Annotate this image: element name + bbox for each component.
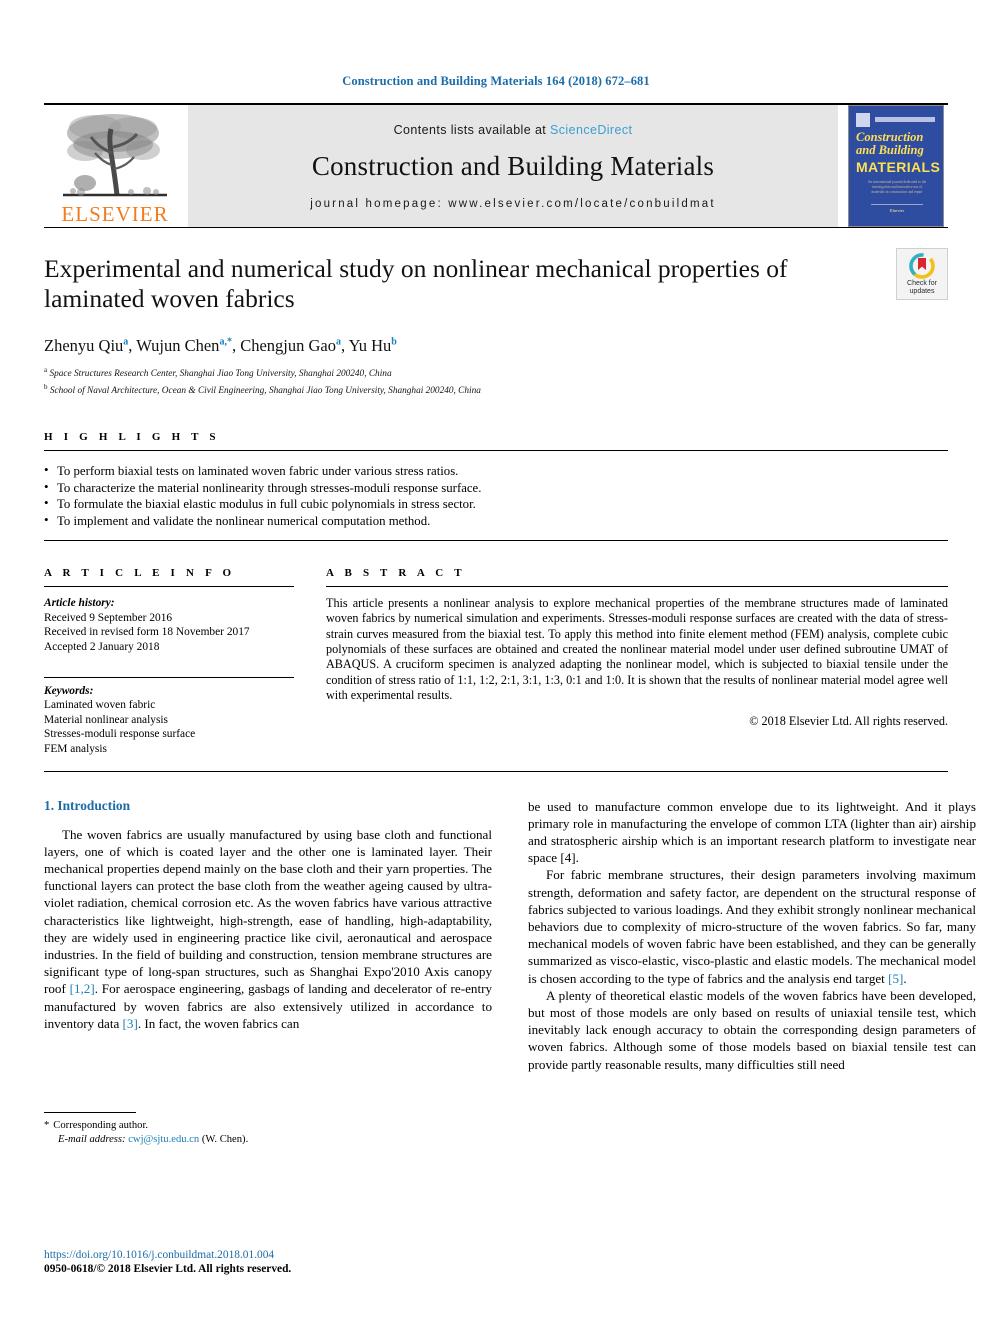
author-affil-mark: b	[391, 336, 397, 348]
info-abstract-section: A R T I C L E I N F O Article history: R…	[44, 567, 948, 756]
contents-available-line: Contents lists available at ScienceDirec…	[394, 123, 633, 137]
highlights-list: To perform biaxial tests on laminated wo…	[44, 451, 948, 540]
author-list: Zhenyu Qiua, Wujun Chena,*, Chengjun Gao…	[44, 336, 948, 356]
keyword-item: Laminated woven fabric	[44, 699, 156, 712]
list-item: To perform biaxial tests on laminated wo…	[44, 462, 948, 480]
crossmark-icon	[909, 253, 935, 279]
footnote-rule	[44, 1111, 136, 1113]
email-suffix: (W. Chen).	[201, 1133, 249, 1145]
list-item: To implement and validate the nonlinear …	[44, 512, 948, 530]
abstract-bottom-rule	[44, 770, 948, 772]
list-item: To characterize the material nonlinearit…	[44, 479, 948, 497]
keyword-item: FEM analysis	[44, 742, 107, 755]
cover-title-line-3: MATERIALS	[856, 159, 941, 175]
article-history-item: Received in revised form 18 November 201…	[44, 626, 250, 639]
paragraph: be used to manufacture common envelope d…	[528, 798, 976, 866]
crossmark-badge[interactable]: Check for updates	[896, 248, 948, 300]
running-head: Construction and Building Materials 164 …	[342, 74, 650, 88]
journal-band: Contents lists available at ScienceDirec…	[188, 105, 838, 227]
journal-masthead: ELSEVIER Contents lists available at Sci…	[44, 103, 948, 227]
email-note: E-mail address: cwj@sjtu.edu.cn (W. Chen…	[44, 1133, 492, 1147]
author-name: Yu Hu	[348, 336, 392, 355]
cover-footer: Elsevier	[871, 204, 923, 213]
article-history-item: Received 9 September 2016	[44, 611, 173, 624]
article-info-column: A R T I C L E I N F O Article history: R…	[44, 567, 294, 756]
article-history-label: Article history:	[44, 597, 115, 610]
article-history-item: Accepted 2 January 2018	[44, 640, 160, 653]
cover-barcode-icon	[856, 113, 870, 127]
author-item[interactable]: Chengjun Gaoa	[240, 336, 341, 355]
affiliation-line: b School of Naval Architecture, Ocean & …	[44, 381, 948, 398]
keywords-label: Keywords:	[44, 684, 94, 697]
elsevier-tree-icon	[55, 107, 175, 203]
body-column-left: 1. Introduction The woven fabrics are us…	[44, 797, 492, 1145]
section-heading-introduction: 1. Introduction	[44, 797, 131, 813]
list-item: To formulate the biaxial elastic modulus…	[44, 495, 948, 513]
author-separator: ,	[231, 336, 241, 355]
paragraph: A plenty of theoretical elastic models o…	[528, 987, 976, 1072]
corresponding-author-note: * Corresponding author.	[44, 1119, 492, 1133]
cover-artwork: Construction and Building MATERIALS An i…	[848, 105, 944, 227]
journal-title: Construction and Building Materials	[311, 150, 715, 181]
footnote-block: * Corresponding author. E-mail address: c…	[44, 1111, 492, 1147]
abstract-column: A B S T R A C T This article presents a …	[326, 567, 948, 756]
email-label: E-mail address:	[58, 1133, 126, 1145]
author-separator: ,	[340, 336, 349, 355]
affiliation-text: Space Structures Research Center, Shangh…	[49, 369, 392, 380]
issn-copyright-line: 0950-0618/© 2018 Elsevier Ltd. All right…	[44, 1263, 292, 1275]
doi-link[interactable]: https://doi.org/10.1016/j.conbuildmat.20…	[44, 1248, 291, 1262]
journal-article-page: Construction and Building Materials 164 …	[0, 0, 992, 1323]
article-info-label: A R T I C L E I N F O	[44, 567, 236, 580]
affiliation-mark: a	[44, 366, 48, 374]
paragraph: The woven fabrics are usually manufactur…	[44, 826, 492, 1031]
affiliation-mark: b	[44, 382, 48, 391]
abstract-text: This article presents a nonlinear analys…	[326, 596, 948, 702]
citation-link[interactable]: [1,2]	[70, 981, 95, 996]
crossmark-label: Check for updates	[907, 280, 937, 295]
article-title-block: Experimental and numerical study on nonl…	[44, 227, 948, 397]
author-name: Zhenyu Qiu	[44, 336, 124, 355]
author-affil-mark: a,*	[219, 336, 232, 348]
abstract-label: A B S T R A C T	[326, 567, 466, 580]
body-column-right: be used to manufacture common envelope d…	[528, 798, 976, 1073]
keyword-item: Material nonlinear analysis	[44, 713, 168, 726]
corresponding-author-text: Corresponding author.	[53, 1119, 149, 1131]
copyright-line: © 2018 Elsevier Ltd. All rights reserved…	[749, 714, 948, 729]
elsevier-logo: ELSEVIER	[44, 105, 186, 227]
affiliation-line: a Space Structures Research Center, Shan…	[44, 364, 948, 381]
keyword-item: Stresses-moduli response surface	[44, 728, 196, 741]
body-columns: 1. Introduction The woven fabrics are us…	[44, 797, 976, 1145]
author-name: Chengjun Gao	[240, 336, 336, 355]
cover-blurb: An international journal dedicated to th…	[867, 180, 927, 194]
author-item[interactable]: Zhenyu Qiua	[44, 336, 128, 355]
email-link[interactable]: cwj@sjtu.edu.cn	[128, 1134, 199, 1145]
author-item[interactable]: Yu Hub	[349, 336, 397, 355]
paragraph: For fabric membrane structures, their de…	[528, 867, 976, 986]
author-name: Wujun Chen	[136, 336, 220, 355]
page-footer: https://doi.org/10.1016/j.conbuildmat.20…	[44, 1248, 291, 1277]
contents-prefix: Contents lists available at	[393, 122, 551, 137]
author-item[interactable]: Wujun Chena,*	[136, 336, 232, 355]
page-title: Experimental and numerical study on nonl…	[44, 254, 788, 313]
journal-homepage-link[interactable]: journal homepage: www.elsevier.com/locat…	[310, 198, 716, 210]
sciencedirect-link[interactable]: ScienceDirect	[550, 123, 632, 137]
citation-link[interactable]: [3]	[123, 1016, 138, 1031]
cover-title-line-2: and Building	[856, 143, 924, 157]
affiliation-text: School of Naval Architecture, Ocean & Ci…	[49, 385, 481, 396]
journal-cover-thumbnail[interactable]: Construction and Building MATERIALS An i…	[844, 105, 948, 227]
cover-top-rule	[875, 117, 935, 122]
elsevier-wordmark: ELSEVIER	[61, 202, 169, 226]
highlights-label: H I G H L I G H T S	[44, 431, 220, 444]
citation-link[interactable]: [5]	[888, 971, 903, 986]
highlights-bottom-rule	[44, 540, 948, 542]
asterisk-icon: *	[44, 1119, 50, 1131]
keywords-separator	[44, 676, 294, 678]
article-info-body: Article history: Received 9 September 20…	[44, 587, 294, 756]
highlights-section: H I G H L I G H T S To perform biaxial t…	[44, 431, 948, 542]
